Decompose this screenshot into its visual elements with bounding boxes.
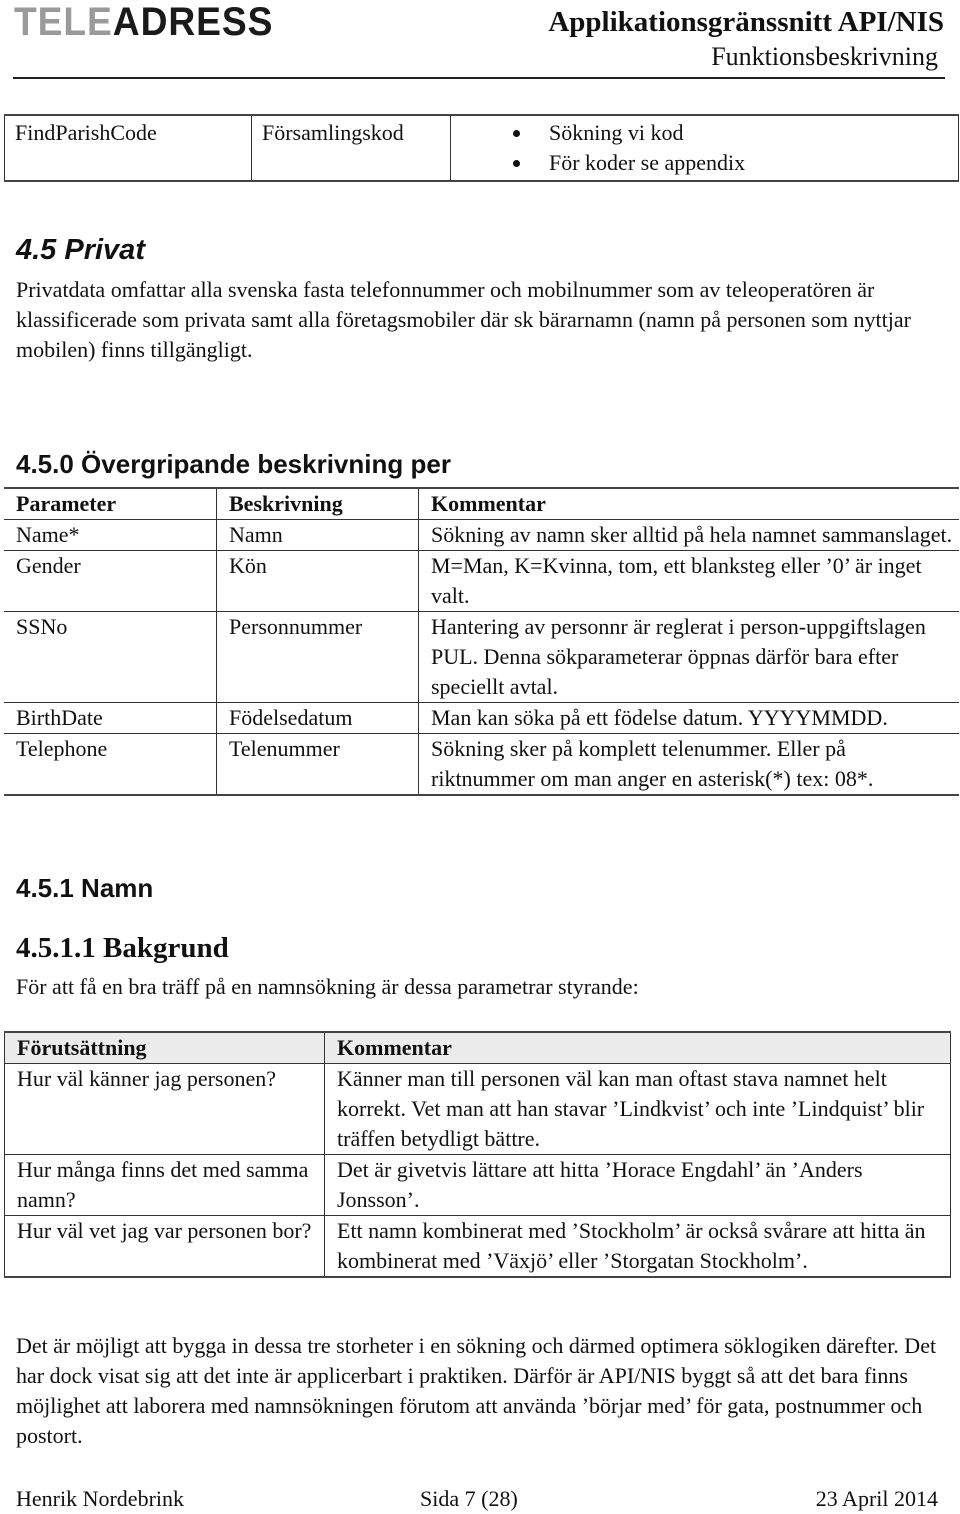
prerequisite-cell: Hur väl känner jag personen? xyxy=(4,1063,325,1155)
footer-author: Henrik Nordebrink xyxy=(16,1486,185,1511)
section-heading-bakgrund: 4.5.1.1 Bakgrund xyxy=(16,932,229,964)
table-row: Gender Kön M=Man, K=Kvinna, tom, ett bla… xyxy=(4,550,959,612)
parish-code-table: FindParishCode Församlingskod Sökning vi… xyxy=(4,114,959,182)
bullet-item: För koder se appendix xyxy=(461,148,958,178)
column-header: Kommentar xyxy=(418,487,959,520)
parameter-cell: SSNo xyxy=(4,611,217,703)
parameter-cell: FindParishCode xyxy=(4,114,252,182)
parameter-cell: Gender xyxy=(4,550,217,612)
comment-cell: Känner man till personen väl kan man oft… xyxy=(324,1063,951,1155)
footer-page-number: Sida 7 (28) xyxy=(420,1486,518,1511)
table-header-row: Parameter Beskrivning Kommentar xyxy=(4,487,959,520)
teleadress-logo: TELEADRESS xyxy=(14,2,273,42)
description-cell: Kön xyxy=(216,550,419,612)
description-cell: Personnummer xyxy=(216,611,419,703)
table-row: Name* Namn Sökning av namn sker alltid p… xyxy=(4,519,959,551)
prerequisite-cell: Hur många finns det med samma namn? xyxy=(4,1154,325,1216)
comment-cell: M=Man, K=Kvinna, tom, ett blanksteg elle… xyxy=(418,550,959,612)
logo-part-adress: ADRESS xyxy=(112,0,274,44)
comment-cell: Hantering av personnr är reglerat i pers… xyxy=(418,611,959,703)
table-row: BirthDate Födelsedatum Man kan söka på e… xyxy=(4,702,959,734)
description-cell: Telenummer xyxy=(216,733,419,796)
table-header-row: Förutsättning Kommentar xyxy=(4,1031,951,1064)
comment-cell: Det är givetvis lättare att hitta ’Horac… xyxy=(324,1154,951,1216)
comment-cell: Ett namn kombinerat med ’Stockholm’ är o… xyxy=(324,1215,951,1278)
table-row: Hur väl känner jag personen? Känner man … xyxy=(4,1063,951,1155)
column-header: Beskrivning xyxy=(216,487,419,520)
bullet-item: Sökning vi kod xyxy=(461,118,958,148)
column-header: Parameter xyxy=(4,487,217,520)
prerequisite-table: Förutsättning Kommentar Hur väl känner j… xyxy=(4,1031,951,1278)
bullet-list: Sökning vi kod För koder se appendix xyxy=(461,118,958,178)
conclusion-paragraph: Det är möjligt att bygga in dessa tre st… xyxy=(16,1333,937,1448)
table-row: Telephone Telenummer Sökning sker på kom… xyxy=(4,733,959,796)
description-cell: Födelsedatum xyxy=(216,702,419,734)
column-header: Kommentar xyxy=(324,1031,951,1064)
comment-cell: Sökning vi kod För koder se appendix xyxy=(450,114,959,182)
privat-paragraph: Privatdata omfattar alla svenska fasta t… xyxy=(16,277,911,362)
comment-cell: Sökning sker på komplett telenummer. Ell… xyxy=(418,733,959,796)
comment-cell: Sökning av namn sker alltid på hela namn… xyxy=(418,519,959,551)
parameter-cell: Telephone xyxy=(4,733,217,796)
table-row: FindParishCode Församlingskod Sökning vi… xyxy=(4,114,959,182)
description-cell: Namn xyxy=(216,519,419,551)
section-heading-overview: 4.5.0 Övergripande beskrivning per xyxy=(16,449,451,479)
table-row: Hur väl vet jag var personen bor? Ett na… xyxy=(4,1215,951,1278)
comment-cell: Man kan söka på ett födelse datum. YYYYM… xyxy=(418,702,959,734)
logo-part-tele: TELE xyxy=(14,0,113,44)
column-header: Förutsättning xyxy=(4,1031,325,1064)
prerequisite-cell: Hur väl vet jag var personen bor? xyxy=(4,1215,325,1278)
parameter-cell: Name* xyxy=(4,519,217,551)
bakgrund-intro: För att få en bra träff på en namnsöknin… xyxy=(16,974,639,999)
section-heading-namn: 4.5.1 Namn xyxy=(16,873,154,903)
document-title: Applikationsgränssnitt API/NIS xyxy=(548,6,944,38)
header-rule xyxy=(13,77,945,79)
description-cell: Församlingskod xyxy=(251,114,451,182)
parameter-cell: BirthDate xyxy=(4,702,217,734)
table-row: SSNo Personnummer Hantering av personnr … xyxy=(4,611,959,703)
document-subtitle: Funktionsbeskrivning xyxy=(711,42,938,71)
footer-date: 23 April 2014 xyxy=(815,1486,938,1511)
table-row: Hur många finns det med samma namn? Det … xyxy=(4,1154,951,1216)
parameter-table: Parameter Beskrivning Kommentar Name* Na… xyxy=(4,487,959,796)
section-heading-privat: 4.5 Privat xyxy=(16,234,145,266)
